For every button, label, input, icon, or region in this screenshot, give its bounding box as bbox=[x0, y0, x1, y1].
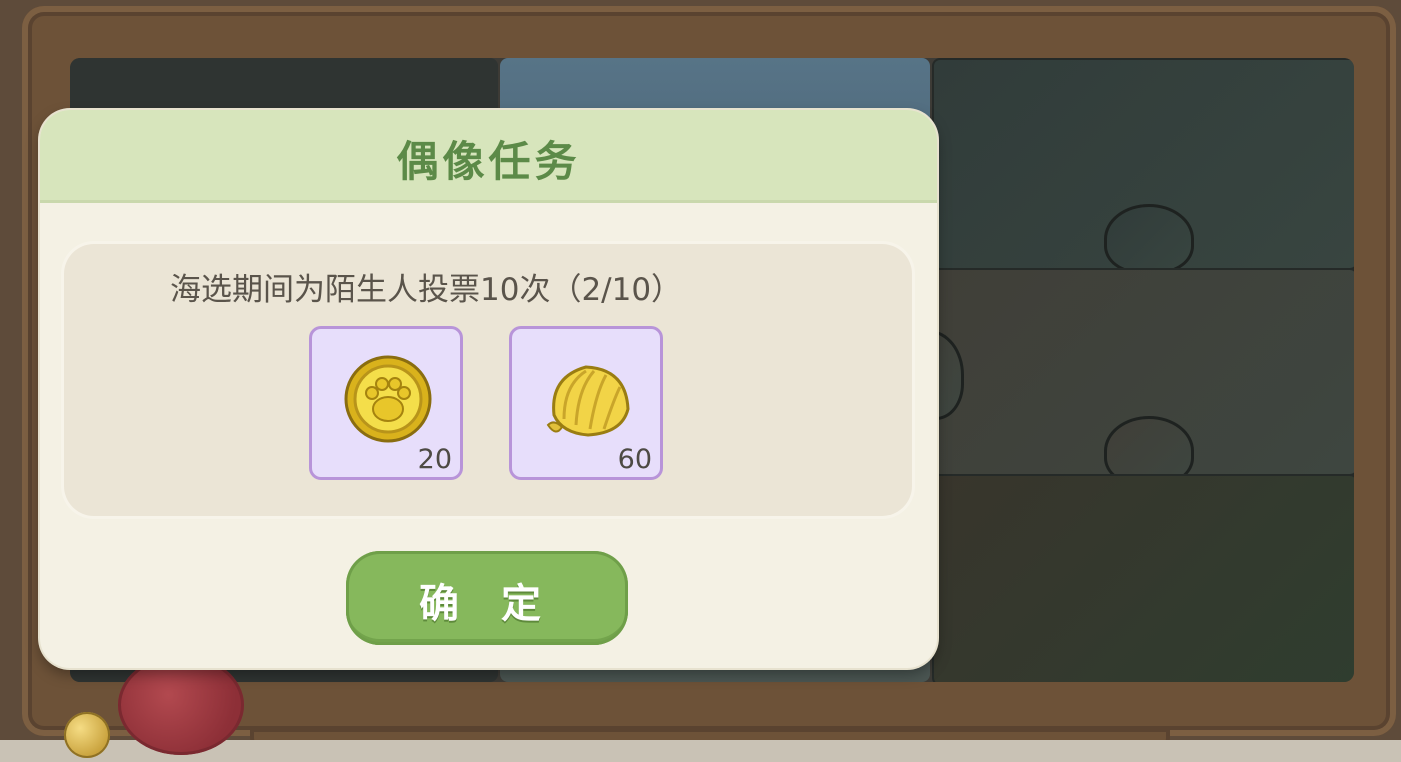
dialog-header: 偶像任务 bbox=[40, 110, 937, 203]
puzzle-knob bbox=[1104, 204, 1194, 274]
golden-shell-icon bbox=[546, 365, 630, 437]
quest-description: 海选期间为陌生人投票10次（2/10） bbox=[170, 272, 683, 308]
yarn-ball-icon bbox=[118, 655, 244, 755]
bell-icon bbox=[64, 712, 110, 758]
puzzle-piece[interactable] bbox=[932, 58, 1354, 274]
puzzle-piece[interactable] bbox=[894, 268, 1354, 486]
reward-quantity: 60 bbox=[617, 444, 652, 475]
reward-slot-paw-coin[interactable]: 20 bbox=[309, 326, 463, 480]
confirm-button[interactable]: 确 定 bbox=[346, 551, 628, 645]
reward-slot-golden-shell[interactable]: 60 bbox=[509, 326, 663, 480]
paw-coin-icon bbox=[344, 355, 432, 443]
confirm-button-label: 确 定 bbox=[419, 581, 555, 627]
reward-quantity: 20 bbox=[417, 444, 452, 475]
puzzle-piece[interactable] bbox=[932, 474, 1354, 682]
dialog-title: 偶像任务 bbox=[396, 137, 581, 186]
idol-task-dialog: 偶像任务 海选期间为陌生人投票10次（2/10） 20 60 确 定 bbox=[40, 110, 937, 668]
